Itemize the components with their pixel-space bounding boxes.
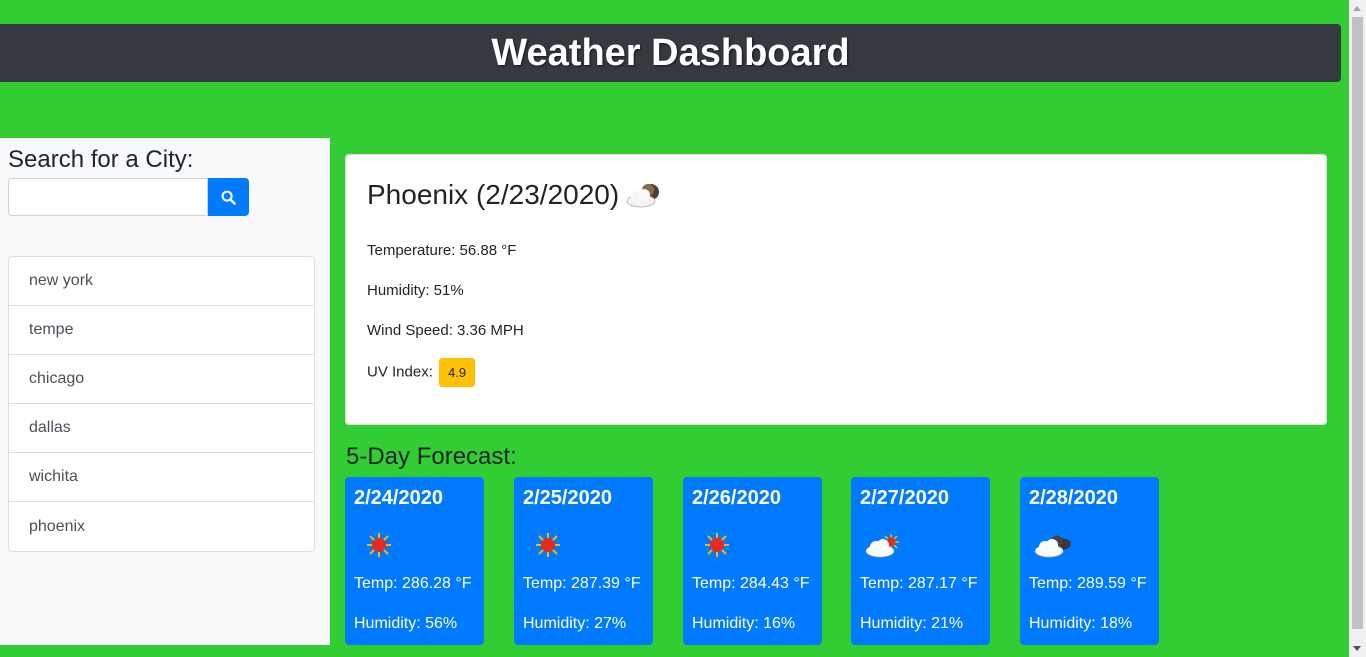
uv-index-badge: 4.9 (439, 358, 476, 387)
current-wind-speed: Wind Speed: 3.36 MPH (367, 322, 524, 339)
forecast-card: 2/24/2020 Temp: 286.28 °F Humidity: 56% (345, 477, 484, 645)
forecast-date: 2/27/2020 (860, 487, 949, 509)
forecast-card: 2/28/2020 Temp: 289.59 °F Humidity: 18% (1020, 477, 1159, 645)
scroll-down-arrow-icon[interactable] (1353, 646, 1361, 651)
forecast-date: 2/24/2020 (354, 487, 443, 509)
forecast-card: 2/27/2020 Temp: 287.17 °F Humidity: 21% (851, 477, 990, 645)
current-weather-card: Phoenix (2/23/2020) Temperature: 56.88 °… (345, 154, 1327, 425)
forecast-humidity: Humidity: 21% (860, 615, 964, 632)
forecast-temp: Temp: 287.17 °F (860, 575, 978, 592)
city-item-tempe[interactable]: tempe (9, 306, 314, 355)
forecast-date: 2/28/2020 (1029, 487, 1118, 509)
forecast-temp: Temp: 289.59 °F (1029, 575, 1147, 592)
forecast-temp: Temp: 286.28 °F (354, 575, 472, 592)
uv-label: UV Index: (367, 363, 433, 381)
cloudy-night-icon (1034, 535, 1071, 558)
city-item-dallas[interactable]: dallas (9, 404, 314, 453)
forecast-date: 2/26/2020 (692, 487, 781, 509)
partly-cloudy-icon (865, 534, 899, 558)
forecast-humidity: Humidity: 16% (692, 615, 796, 632)
city-item-new-york[interactable]: new york (9, 257, 314, 306)
forecast-humidity: Humidity: 56% (354, 615, 458, 632)
search-icon (221, 190, 236, 205)
search-heading: Search for a City: (8, 146, 194, 173)
city-history-list: new york tempe chicago dallas wichita ph… (8, 256, 315, 552)
search-button[interactable] (208, 178, 249, 216)
city-item-chicago[interactable]: chicago (9, 355, 314, 404)
forecast-temp: Temp: 284.43 °F (692, 575, 810, 592)
scroll-up-arrow-icon[interactable] (1353, 6, 1361, 11)
sun-icon (705, 533, 729, 557)
current-uv-row: UV Index: 4.9 (367, 358, 476, 387)
page-header: Weather Dashboard (0, 24, 1341, 82)
scrollbar-thumb[interactable] (1352, 17, 1363, 629)
city-search-input[interactable] (8, 178, 208, 216)
current-city-date: Phoenix (2/23/2020) (367, 179, 620, 210)
forecast-humidity: Humidity: 27% (523, 615, 627, 632)
vertical-scrollbar[interactable] (1349, 0, 1366, 657)
sidebar: Search for a City: new york tempe chicag… (0, 138, 330, 645)
page-title: Weather Dashboard (491, 31, 850, 74)
current-weather-title: Phoenix (2/23/2020) (367, 179, 1305, 211)
forecast-date: 2/25/2020 (523, 487, 612, 509)
search-row (8, 178, 322, 216)
forecast-card: 2/25/2020 Temp: 287.39 °F Humidity: 27% (514, 477, 653, 645)
forecast-humidity: Humidity: 18% (1029, 615, 1133, 632)
forecast-heading: 5-Day Forecast: (346, 443, 517, 470)
city-item-phoenix[interactable]: phoenix (9, 502, 314, 551)
sun-icon (367, 533, 391, 557)
sun-icon (536, 533, 560, 557)
forecast-card: 2/26/2020 Temp: 284.43 °F Humidity: 16% (683, 477, 822, 645)
current-temperature: Temperature: 56.88 °F (367, 242, 517, 259)
forecast-temp: Temp: 287.39 °F (523, 575, 641, 592)
city-item-wichita[interactable]: wichita (9, 453, 314, 502)
current-humidity: Humidity: 51% (367, 282, 464, 299)
cloud-night-icon (626, 184, 660, 208)
